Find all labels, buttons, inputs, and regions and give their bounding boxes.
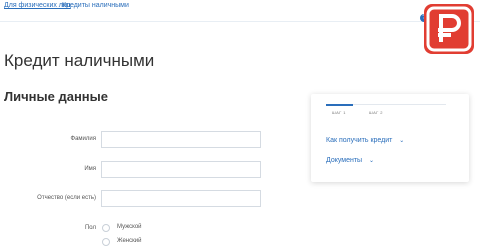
nav-link-cash-loans[interactable]: Кредиты наличными [62, 2, 129, 9]
nav-link-individuals[interactable]: Для физических лиц [4, 2, 71, 9]
how-to-get-label: Как получить кредит [326, 137, 393, 144]
side-card: ШАГ 1 ШАГ 2 Как получить кредит ⌄ Докуме… [311, 94, 469, 182]
gender-option-label: Мужской [117, 224, 142, 230]
step-2[interactable]: ШАГ 2 [369, 110, 383, 115]
firstname-label: Имя [84, 166, 96, 172]
chevron-down-icon: ⌄ [369, 158, 375, 164]
top-nav: Для физических лиц Кредиты наличными [0, 0, 480, 14]
firstname-input[interactable] [101, 161, 261, 178]
patronymic-input[interactable] [101, 190, 261, 207]
documents-link[interactable]: Документы ⌄ [326, 157, 374, 164]
lastname-input[interactable] [101, 131, 261, 148]
ruble-logo [424, 4, 474, 54]
gender-radio-female[interactable] [102, 238, 110, 246]
step-1[interactable]: ШАГ 1 [332, 110, 346, 115]
gender-label: Пол [84, 225, 96, 231]
gender-option-label: Женский [117, 238, 142, 244]
patronymic-label: Отчество (если есть) [37, 195, 96, 201]
section-title: Личные данные [4, 89, 108, 104]
how-to-get-link[interactable]: Как получить кредит ⌄ [326, 137, 404, 144]
lastname-label: Фамилия [70, 136, 96, 142]
gender-radio-male[interactable] [102, 224, 110, 232]
ruble-icon [426, 6, 472, 52]
page-title: Кредит наличными [4, 51, 155, 70]
chevron-down-icon: ⌄ [399, 138, 405, 144]
divider [0, 21, 480, 22]
documents-label: Документы [326, 157, 363, 164]
step-active-indicator [326, 104, 353, 106]
step-indicator: ШАГ 1 ШАГ 2 [326, 104, 446, 116]
